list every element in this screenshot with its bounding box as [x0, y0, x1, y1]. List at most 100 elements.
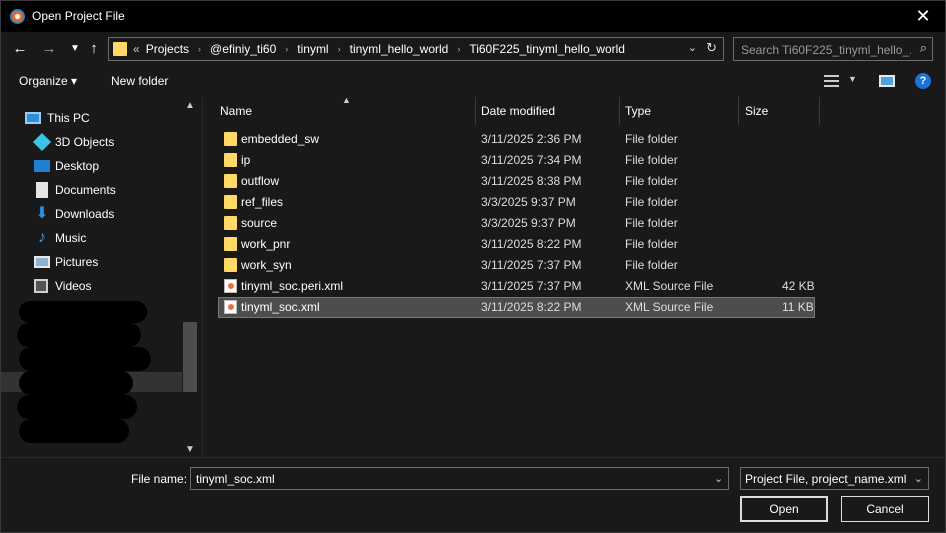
sidebar-item-label: 3D Objects	[55, 135, 115, 149]
cancel-button[interactable]: Cancel	[841, 496, 929, 522]
file-date: 3/11/2025 8:22 PM	[481, 237, 582, 251]
breadcrumb-item[interactable]: @efiniy_ti60	[210, 42, 276, 56]
help-icon[interactable]: ?	[915, 73, 931, 89]
file-name: work_pnr	[241, 237, 291, 251]
file-name: embedded_sw	[241, 132, 320, 146]
chevron-right-icon[interactable]: ›	[198, 44, 201, 54]
scrollbar-thumb[interactable]	[183, 322, 197, 392]
file-type: File folder	[625, 132, 678, 146]
address-dropdown-chevron-icon[interactable]: ⌄	[688, 41, 697, 54]
forward-arrow-icon[interactable]: →	[38, 38, 60, 60]
column-divider[interactable]	[819, 97, 820, 125]
organize-button[interactable]: Organize ▾	[19, 74, 77, 88]
folder-icon	[224, 132, 237, 146]
sidebar-item-documents[interactable]: Documents	[1, 178, 181, 202]
breadcrumb-item[interactable]: tinyml_hello_world	[350, 42, 449, 56]
table-row[interactable]: outflow 3/11/2025 8:38 PM File folder	[218, 171, 815, 192]
file-type: File folder	[625, 153, 678, 167]
address-bar[interactable]: « Projects › @efiniy_ti60 › tinyml › tin…	[108, 37, 724, 61]
sidebar-item-this-pc[interactable]: This PC	[1, 106, 181, 130]
sidebar-item-label: Desktop	[55, 159, 100, 173]
file-name: tinyml_soc.peri.xml	[241, 279, 344, 293]
window-title: Open Project File	[32, 9, 125, 23]
refresh-icon[interactable]: ↻	[706, 40, 717, 56]
file-date: 3/11/2025 7:34 PM	[481, 153, 582, 167]
table-row[interactable]: work_syn 3/11/2025 7:37 PM File folder	[218, 255, 815, 276]
table-row-selected[interactable]: tinyml_soc.xml 3/11/2025 8:22 PM XML Sou…	[218, 297, 815, 318]
table-row[interactable]: ip 3/11/2025 7:34 PM File folder	[218, 150, 815, 171]
column-header-name[interactable]: ▲ Name	[203, 95, 475, 125]
sidebar-item-3d-objects[interactable]: 3D Objects	[1, 130, 181, 154]
chevron-down-icon[interactable]: ⌄	[914, 472, 923, 485]
chevron-right-icon[interactable]: ›	[338, 44, 341, 54]
column-header-date[interactable]: Date modified	[476, 97, 619, 125]
file-name-input[interactable]	[190, 467, 729, 490]
redacted-area	[17, 323, 141, 347]
new-folder-button[interactable]: New folder	[111, 74, 168, 88]
file-type: File folder	[625, 195, 678, 209]
file-size: 42 KB	[782, 279, 815, 293]
scroll-up-icon[interactable]: ▲	[185, 100, 195, 111]
search-placeholder: Search Ti60F225_tinyml_hello_...	[741, 43, 911, 57]
sidebar-item-music[interactable]: ♪ Music	[1, 226, 181, 250]
cube-icon	[32, 132, 52, 152]
app-logo-icon	[10, 9, 25, 24]
table-row[interactable]: work_pnr 3/11/2025 8:22 PM File folder	[218, 234, 815, 255]
file-name-dropdown-chevron-icon[interactable]: ⌄	[714, 472, 723, 485]
preview-pane-icon[interactable]	[879, 75, 895, 87]
column-header-size[interactable]: Size	[739, 97, 819, 125]
up-arrow-icon[interactable]: ↑	[83, 38, 105, 60]
scroll-down-icon[interactable]: ▼	[185, 444, 195, 455]
title-bar: Open Project File ✕	[1, 1, 945, 32]
table-row[interactable]: source 3/3/2025 9:37 PM File folder	[218, 213, 815, 234]
file-date: 3/3/2025 9:37 PM	[481, 195, 576, 209]
search-icon[interactable]: ⌕	[920, 40, 927, 56]
file-type: File folder	[625, 258, 678, 272]
sidebar-item-downloads[interactable]: ⬇ Downloads	[1, 202, 181, 226]
file-name: ip	[241, 153, 251, 167]
sidebar-item-label: Documents	[55, 183, 116, 197]
chevron-right-icon[interactable]: ›	[457, 44, 460, 54]
folder-icon	[224, 237, 237, 251]
breadcrumb-overflow[interactable]: «	[133, 42, 140, 56]
file-type: File folder	[625, 216, 678, 230]
folder-icon	[224, 174, 237, 188]
breadcrumb-item[interactable]: Projects	[146, 42, 189, 56]
video-icon	[34, 279, 48, 293]
file-name: tinyml_soc.xml	[241, 300, 320, 314]
breadcrumb-item[interactable]: tinyml	[297, 42, 328, 56]
sidebar-item-pictures[interactable]: Pictures	[1, 250, 181, 274]
sidebar-item-label: Videos	[55, 279, 92, 293]
sidebar-item-videos[interactable]: Videos	[1, 274, 181, 298]
file-name: outflow	[241, 174, 280, 188]
change-view-icon[interactable]	[824, 75, 839, 87]
chevron-right-icon[interactable]: ›	[285, 44, 288, 54]
redacted-area	[17, 395, 137, 419]
file-date: 3/11/2025 7:37 PM	[481, 258, 582, 272]
column-header-label: Date modified	[481, 104, 556, 118]
table-row[interactable]: tinyml_soc.peri.xml 3/11/2025 7:37 PM XM…	[218, 276, 815, 297]
sidebar-item-label: Pictures	[55, 255, 99, 269]
file-type-select[interactable]: Project File, project_name.xml ( ⌄	[740, 467, 929, 490]
search-input[interactable]: Search Ti60F225_tinyml_hello_... ⌕	[733, 37, 933, 61]
sidebar-item-desktop[interactable]: Desktop	[1, 154, 181, 178]
folder-icon	[224, 153, 237, 167]
breadcrumb-item[interactable]: Ti60F225_tinyml_hello_world	[469, 42, 625, 56]
view-options-chevron-down-icon[interactable]: ▼	[848, 74, 857, 84]
folder-icon	[224, 258, 237, 272]
xml-file-icon	[224, 300, 237, 314]
table-row[interactable]: ref_files 3/3/2025 9:37 PM File folder	[218, 192, 815, 213]
file-type: File folder	[625, 174, 678, 188]
back-arrow-icon[interactable]: ←	[9, 38, 31, 60]
nav-scrollbar[interactable]: ▲ ▼	[182, 97, 198, 457]
file-date: 3/11/2025 8:38 PM	[481, 174, 582, 188]
sidebar-item-label: This PC	[47, 111, 90, 125]
redacted-area	[19, 347, 151, 371]
dialog-footer: File name: ⌄ Project File, project_name.…	[1, 457, 945, 532]
file-name: ref_files	[241, 195, 284, 209]
close-icon[interactable]: ✕	[909, 4, 937, 28]
computer-icon	[25, 112, 41, 124]
column-header-type[interactable]: Type	[620, 97, 738, 125]
open-button[interactable]: Open	[740, 496, 828, 522]
table-row[interactable]: embedded_sw 3/11/2025 2:36 PM File folde…	[218, 129, 815, 150]
